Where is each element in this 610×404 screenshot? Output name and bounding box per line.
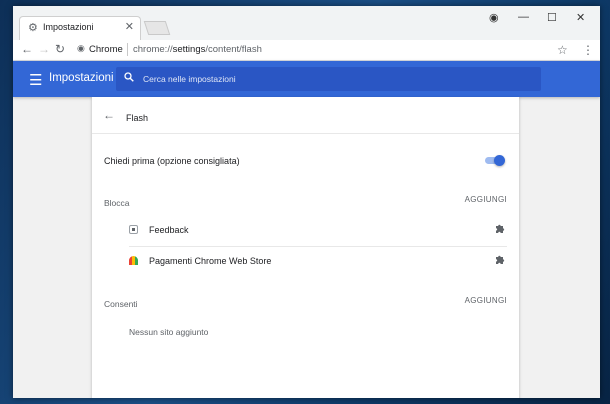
settings-title: Impostazioni xyxy=(49,72,114,84)
settings-header: ☰ Impostazioni Cerca nelle impostazioni xyxy=(13,61,600,97)
puzzle-extension-icon xyxy=(495,253,507,268)
settings-card: ← Flash Chiedi prima (opzione consigliat… xyxy=(92,97,519,398)
page-title: Flash xyxy=(126,113,149,123)
url-path: /content/flash xyxy=(205,44,262,55)
search-icon xyxy=(124,72,134,85)
url-host: settings xyxy=(172,44,206,55)
forward-icon[interactable]: → xyxy=(38,42,50,56)
address-bar[interactable]: ◉ Chrome chrome://settings/content/flash xyxy=(71,40,571,60)
browser-tab[interactable]: ⚙ Impostazioni ✕ xyxy=(19,16,141,40)
title-bar: ⚙ Impostazioni ✕ ◉ — ☐ ✕ xyxy=(13,6,600,40)
url-prefix: chrome:// xyxy=(133,44,173,55)
allow-section-label: Consenti xyxy=(104,299,138,309)
ask-first-label: Chiedi prima (opzione consigliata) xyxy=(104,156,240,166)
settings-search-input[interactable]: Cerca nelle impostazioni xyxy=(116,67,541,91)
toggle-knob xyxy=(494,155,505,166)
allow-add-button[interactable]: AGGIUNGI xyxy=(465,296,507,305)
block-section-label: Blocca xyxy=(104,198,130,208)
bookmark-star-icon[interactable]: ☆ xyxy=(557,43,568,57)
new-tab-button[interactable] xyxy=(143,21,171,35)
back-icon[interactable]: ← xyxy=(21,42,33,56)
close-window-icon[interactable]: ✕ xyxy=(576,11,585,24)
webstore-favicon-icon xyxy=(129,256,138,265)
chrome-icon: ◉ xyxy=(77,43,85,53)
feedback-favicon-icon xyxy=(129,225,138,234)
minimize-icon[interactable]: — xyxy=(518,11,529,23)
close-tab-icon[interactable]: ✕ xyxy=(125,20,134,33)
browser-toolbar: ← → ↻ ◉ Chrome chrome://settings/content… xyxy=(13,40,600,61)
gear-icon: ⚙ xyxy=(28,22,38,34)
back-arrow-icon[interactable]: ← xyxy=(103,108,115,122)
site-name: Pagamenti Chrome Web Store xyxy=(149,256,272,266)
tab-title: Impostazioni xyxy=(43,22,94,32)
url-separator xyxy=(127,43,128,56)
url-text: chrome://settings/content/flash xyxy=(133,44,262,55)
search-placeholder: Cerca nelle impostazioni xyxy=(143,74,236,84)
block-add-button[interactable]: AGGIUNGI xyxy=(465,195,507,204)
puzzle-extension-icon xyxy=(495,222,507,237)
ask-first-toggle[interactable] xyxy=(485,155,505,166)
blocked-site-row[interactable]: Pagamenti Chrome Web Store xyxy=(129,247,507,277)
profile-icon[interactable]: ◉ xyxy=(489,11,499,24)
divider xyxy=(92,133,519,134)
menu-dots-icon[interactable]: ⋮ xyxy=(582,43,594,57)
browser-window: ⚙ Impostazioni ✕ ◉ — ☐ ✕ ← → ↻ ◉ Chrome … xyxy=(13,6,600,398)
blocked-site-row[interactable]: Feedback xyxy=(129,216,507,247)
maximize-icon[interactable]: ☐ xyxy=(547,11,557,24)
empty-list-text: Nessun sito aggiunto xyxy=(129,327,209,337)
hamburger-menu-icon[interactable]: ☰ xyxy=(29,71,42,89)
reload-icon[interactable]: ↻ xyxy=(55,42,65,56)
url-chip: Chrome xyxy=(89,44,123,55)
site-name: Feedback xyxy=(149,225,189,235)
